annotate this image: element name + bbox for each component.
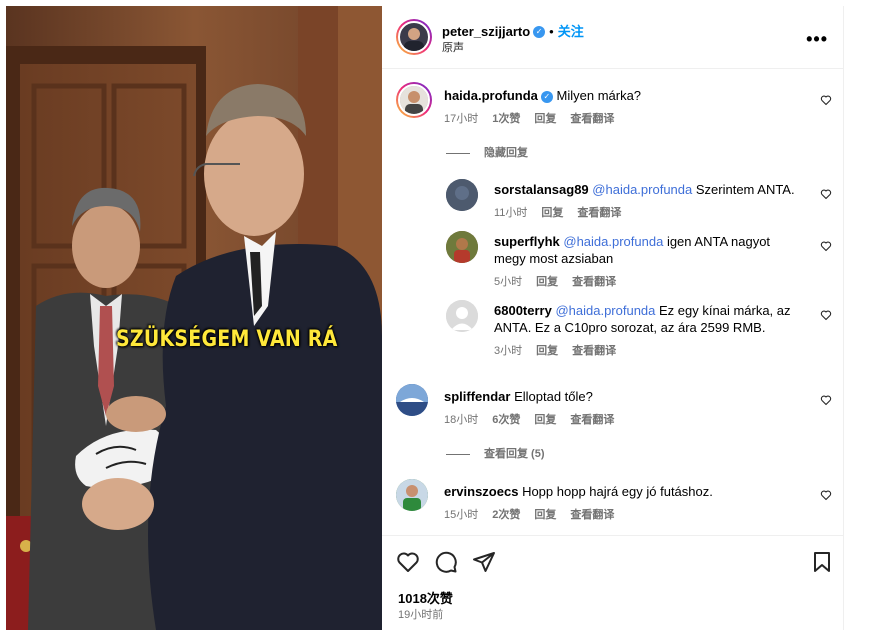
comment-icon[interactable] — [434, 550, 458, 574]
translate-button[interactable]: 查看翻译 — [570, 414, 614, 426]
avatar[interactable] — [396, 479, 428, 511]
heart-icon[interactable] — [820, 94, 832, 106]
comment-likes[interactable]: 2次赞 — [492, 509, 520, 521]
comment-username[interactable]: ervinszoecs — [444, 484, 518, 499]
avatar[interactable] — [396, 384, 428, 416]
avatar[interactable] — [446, 300, 478, 332]
reply-mention[interactable]: @haida.profunda — [555, 303, 655, 318]
post-actions: 1018次赞 19小时前 — [382, 535, 844, 630]
post-header: peter_szijjarto ✓ • 关注 原声 ••• — [382, 6, 844, 69]
reply-button[interactable]: 回复 — [534, 509, 556, 521]
heart-icon[interactable] — [820, 240, 832, 252]
avatar[interactable] — [396, 82, 432, 118]
comment-time[interactable]: 15小时 — [444, 509, 478, 521]
reply-username[interactable]: superflyhk — [494, 234, 560, 249]
reply-item: sorstalansag89 @haida.profunda Szerintem… — [494, 181, 814, 220]
follow-button[interactable]: 关注 — [558, 24, 584, 39]
translate-button[interactable]: 查看翻译 — [572, 345, 616, 357]
audio-label[interactable]: 原声 — [442, 39, 464, 55]
reply-mention[interactable]: @haida.profunda — [592, 182, 692, 197]
author-username[interactable]: peter_szijjarto — [442, 24, 530, 39]
reply-item: superflyhk @haida.profunda igen ANTA nag… — [494, 233, 794, 289]
reply-item: 6800terry @haida.profunda Ez egy kínai m… — [494, 302, 806, 358]
reply-button[interactable]: 回复 — [541, 207, 563, 219]
comment-likes[interactable]: 1次赞 — [492, 113, 520, 125]
translate-button[interactable]: 查看翻译 — [570, 509, 614, 521]
post-viewer: SZÜKSÉGEM VAN RÁ peter_szijjarto ✓ • 关注 原声 … — [0, 0, 888, 633]
avatar[interactable] — [446, 231, 478, 263]
author-avatar[interactable] — [396, 19, 432, 55]
video-frame-illustration — [6, 6, 382, 630]
toggle-line — [446, 152, 470, 154]
comment-text: Milyen márka? — [556, 88, 642, 103]
comment-item: ervinszoecs Hopp hopp hajrá egy jó futás… — [444, 483, 804, 522]
heart-icon[interactable] — [820, 394, 832, 406]
comment-item: spliffendar Elloptad tőle? 18小时 6次赞 回复 查看翻译 — [444, 388, 804, 427]
translate-button[interactable]: 查看翻译 — [570, 113, 614, 125]
comment-item: haida.profunda ✓ Milyen márka? 17小时 1次赞 回复 查… — [444, 87, 804, 126]
reply-button[interactable]: 回复 — [536, 345, 558, 357]
toggle-label: 隐藏回复 — [484, 147, 528, 159]
likes-count[interactable]: 1018次赞 — [398, 588, 453, 607]
view-replies-toggle[interactable]: 查看回复 (5) — [446, 445, 545, 461]
comment-likes[interactable]: 6次赞 — [492, 414, 520, 426]
video-caption-overlay: SZÜKSÉGEM VAN RÁ — [116, 326, 338, 352]
reply-time[interactable]: 11小时 — [494, 207, 527, 219]
translate-button[interactable]: 查看翻译 — [572, 276, 616, 288]
heart-icon[interactable] — [820, 309, 832, 321]
reply-button[interactable]: 回复 — [534, 414, 556, 426]
comment-text: Elloptad tőle? — [514, 389, 593, 404]
verified-badge-icon: ✓ — [540, 90, 553, 103]
reply-button[interactable]: 回复 — [534, 113, 556, 125]
comment-time[interactable]: 17小时 — [444, 113, 478, 125]
post-video[interactable]: SZÜKSÉGEM VAN RÁ — [6, 6, 382, 630]
heart-icon[interactable] — [820, 188, 832, 200]
translate-button[interactable]: 查看翻译 — [577, 207, 621, 219]
verified-badge-icon: ✓ — [533, 25, 546, 38]
reply-time[interactable]: 5小时 — [494, 276, 522, 288]
reply-mention[interactable]: @haida.profunda — [563, 234, 663, 249]
comment-username[interactable]: haida.profunda — [444, 88, 538, 103]
comment-text: Hopp hopp hajrá egy jó futáshoz. — [522, 484, 713, 499]
reply-button[interactable]: 回复 — [536, 276, 558, 288]
toggle-line — [446, 453, 470, 455]
comment-time[interactable]: 18小时 — [444, 414, 478, 426]
reply-username[interactable]: 6800terry — [494, 303, 552, 318]
reply-text: Szerintem ANTA. — [695, 182, 795, 197]
post-timestamp[interactable]: 19小时前 — [398, 606, 443, 622]
reply-time[interactable]: 3小时 — [494, 345, 522, 357]
heart-icon[interactable] — [396, 550, 420, 574]
comments-panel: peter_szijjarto ✓ • 关注 原声 ••• haida.profund… — [382, 6, 844, 630]
send-icon[interactable] — [472, 550, 496, 574]
bookmark-icon[interactable] — [810, 550, 834, 574]
comment-username[interactable]: spliffendar — [444, 389, 510, 404]
author-line: peter_szijjarto ✓ • 关注 — [442, 21, 584, 41]
toggle-label: 查看回复 (5) — [484, 448, 545, 460]
heart-icon[interactable] — [820, 489, 832, 501]
hide-replies-toggle[interactable]: 隐藏回复 — [446, 144, 528, 160]
reply-username[interactable]: sorstalansag89 — [494, 182, 589, 197]
separator-dot: • — [549, 24, 554, 39]
avatar[interactable] — [446, 179, 478, 211]
more-options-icon[interactable]: ••• — [806, 29, 828, 50]
